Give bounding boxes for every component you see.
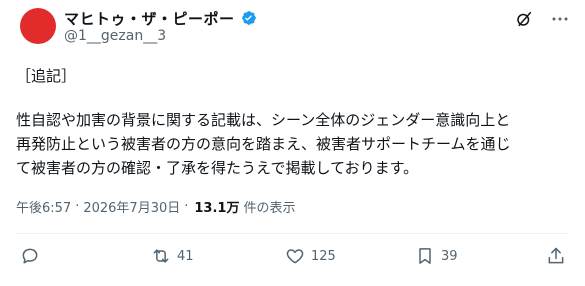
post-text-line: て被害者の方の確認・了承を得たうえで掲載しております。 xyxy=(16,159,419,177)
repost-count: 41 xyxy=(177,248,194,264)
avatar[interactable] xyxy=(20,8,56,44)
bookmark-icon xyxy=(419,248,431,264)
divider xyxy=(16,233,569,234)
share-icon xyxy=(548,247,564,264)
post-text-line: 性自認や加害の背景に関する記載は、シーン全体のジェンダー意識向上と xyxy=(16,111,511,129)
author-row: マヒトゥ・ザ・ピーポー xyxy=(64,8,257,28)
post-text-line: 再発防止という被害者の方の意向を踏まえ、被害者サポートチームを通じ xyxy=(16,135,511,153)
post-addendum: ［追記］ xyxy=(16,67,77,85)
like-count: 125 xyxy=(311,248,336,264)
post-top-actions xyxy=(515,10,569,28)
reply-button[interactable] xyxy=(20,246,46,266)
grok-icon[interactable] xyxy=(515,10,533,28)
views-label[interactable]: 件の表示 xyxy=(243,197,295,216)
more-icon[interactable] xyxy=(551,10,569,28)
action-bar: 41 125 39 xyxy=(0,246,585,274)
post-meta: 午後6:57 · 2026年7月30日 · 13.1万 件の表示 xyxy=(16,197,295,216)
handle[interactable]: @1__gezan__3 xyxy=(64,28,166,44)
like-button[interactable]: 125 xyxy=(285,246,336,266)
post: マヒトゥ・ザ・ピーポー @1__gezan__3 ［追記］ 性自認や加害の背景に… xyxy=(0,0,585,286)
bookmark-button[interactable]: 39 xyxy=(415,246,458,266)
post-text: 性自認や加害の背景に関する記載は、シーン全体のジェンダー意識向上と 再発防止とい… xyxy=(16,108,576,180)
meta-separator: · xyxy=(75,199,80,214)
repost-icon xyxy=(153,249,169,263)
post-date[interactable]: 2026年7月30日 xyxy=(83,197,180,216)
share-button[interactable] xyxy=(546,246,566,266)
reply-icon xyxy=(22,248,38,264)
post-time[interactable]: 午後6:57 xyxy=(16,197,71,216)
repost-button[interactable]: 41 xyxy=(151,246,194,266)
bookmark-count: 39 xyxy=(441,248,458,264)
verified-badge-icon xyxy=(241,11,256,25)
meta-separator: · xyxy=(184,199,189,214)
views-count[interactable]: 13.1万 xyxy=(194,197,239,216)
display-name[interactable]: マヒトゥ・ザ・ピーポー xyxy=(64,8,235,29)
heart-icon xyxy=(286,249,304,264)
